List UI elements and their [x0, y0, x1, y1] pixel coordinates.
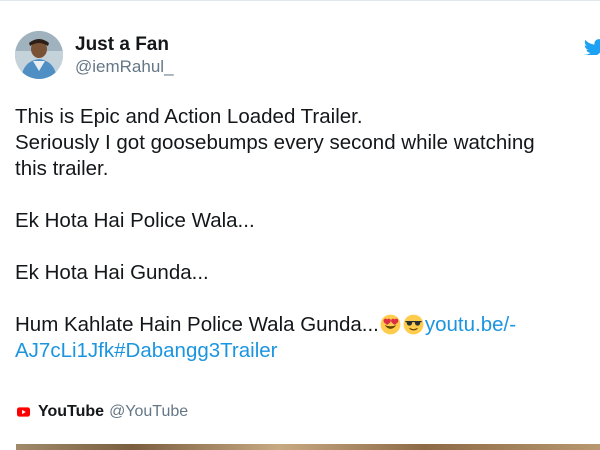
- hashtag-link[interactable]: #Dabangg3Trailer: [114, 339, 277, 362]
- tweet-text-line: Seriously I got goosebumps every second …: [15, 131, 535, 154]
- youtube-link[interactable]: youtu.be/-: [425, 313, 516, 336]
- source-name: YouTube: [38, 403, 105, 420]
- youtube-icon: [17, 407, 30, 417]
- tweet-text-line: Ek Hota Hai Gunda...: [15, 261, 209, 284]
- avatar-photo: [15, 31, 63, 79]
- tweet-text-line: this trailer.: [15, 157, 109, 180]
- tweet-text-line-with-link: AJ7cLi1Jfk#Dabangg3Trailer: [15, 338, 595, 364]
- video-preview-thumbnail[interactable]: [16, 444, 600, 450]
- tweet-card: Just a Fan @iemRahul_ This is Epic and A…: [0, 0, 600, 450]
- tweet-text-line-with-link: Hum Kahlate Hain Police Wala Gunda... yo…: [15, 312, 595, 338]
- source-handle: @YouTube: [109, 403, 189, 420]
- tweet-text-segment: Hum Kahlate Hain Police Wala Gunda...: [15, 313, 379, 336]
- author-handle[interactable]: @iemRahul_: [75, 57, 174, 77]
- avatar[interactable]: [15, 31, 63, 79]
- tweet-text: This is Epic and Action Loaded Trailer. …: [15, 104, 595, 364]
- heart-eyes-emoji-icon: [380, 314, 401, 335]
- tweet-text-line: Ek Hota Hai Police Wala...: [15, 209, 255, 232]
- tweet-text-line: This is Epic and Action Loaded Trailer.: [15, 105, 363, 128]
- sunglasses-emoji-icon: [403, 314, 424, 335]
- link-source[interactable]: YouTube @YouTube: [17, 402, 188, 422]
- author-name[interactable]: Just a Fan: [75, 34, 169, 56]
- youtube-link-continued[interactable]: AJ7cLi1Jfk: [15, 339, 114, 362]
- twitter-bird-icon[interactable]: [584, 39, 600, 55]
